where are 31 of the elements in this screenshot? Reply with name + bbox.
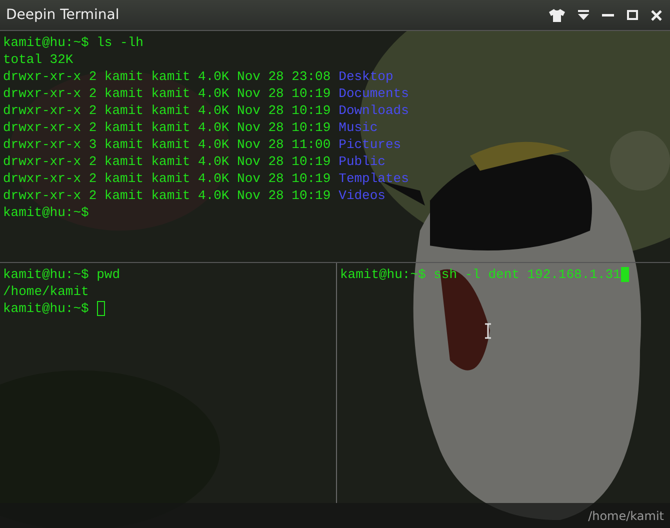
directory-name: Pictures bbox=[338, 136, 402, 153]
directory-name: Music bbox=[338, 119, 378, 136]
dropdown-menu-icon[interactable] bbox=[578, 10, 589, 20]
listing-text: drwxr-xr-x 2 kamit kamit 4.0K Nov 28 10:19 bbox=[3, 102, 331, 119]
command-line: kamit@hu:~$ ls -lh bbox=[3, 34, 144, 51]
directory-name: Videos bbox=[338, 187, 386, 204]
command-line: kamit@hu:~$ bbox=[3, 204, 89, 221]
listing-text: drwxr-xr-x 2 kamit kamit 4.0K Nov 28 10:19 bbox=[3, 153, 331, 170]
command-line: kamit@hu:~$ pwd bbox=[3, 266, 120, 283]
window-title: Deepin Terminal bbox=[6, 7, 120, 23]
listing-text: drwxr-xr-x 3 kamit kamit 4.0K Nov 28 11:00 bbox=[3, 136, 331, 153]
output-text: /home/kamit bbox=[3, 283, 89, 300]
text-cursor-icon bbox=[484, 323, 492, 339]
command-line: kamit@hu:~$ bbox=[3, 300, 89, 317]
directory-name: Templates bbox=[338, 170, 409, 187]
output-text: total 32K bbox=[3, 51, 74, 68]
listing-text: drwxr-xr-x 2 kamit kamit 4.0K Nov 28 10:19 bbox=[3, 119, 331, 136]
current-path: /home/kamit bbox=[588, 508, 664, 522]
theme-icon[interactable] bbox=[549, 8, 565, 22]
listing-text: drwxr-xr-x 2 kamit kamit 4.0K Nov 28 10:19 bbox=[3, 170, 331, 187]
command-line: kamit@hu:~$ ssh -l dent 192.168.1.31 bbox=[340, 266, 621, 283]
close-icon[interactable] bbox=[651, 10, 662, 20]
listing-text: drwxr-xr-x 2 kamit kamit 4.0K Nov 28 10:19 bbox=[3, 85, 331, 102]
directory-name: Public bbox=[338, 153, 386, 170]
listing-text: drwxr-xr-x 2 kamit kamit 4.0K Nov 28 10:19 bbox=[3, 187, 331, 204]
directory-name: Desktop bbox=[338, 68, 394, 85]
directory-name: Downloads bbox=[338, 102, 409, 119]
minimize-icon[interactable] bbox=[602, 14, 614, 16]
directory-name: Documents bbox=[338, 85, 409, 102]
listing-text: drwxr-xr-x 2 kamit kamit 4.0K Nov 28 23:08 bbox=[3, 68, 331, 85]
maximize-icon[interactable] bbox=[627, 10, 638, 20]
